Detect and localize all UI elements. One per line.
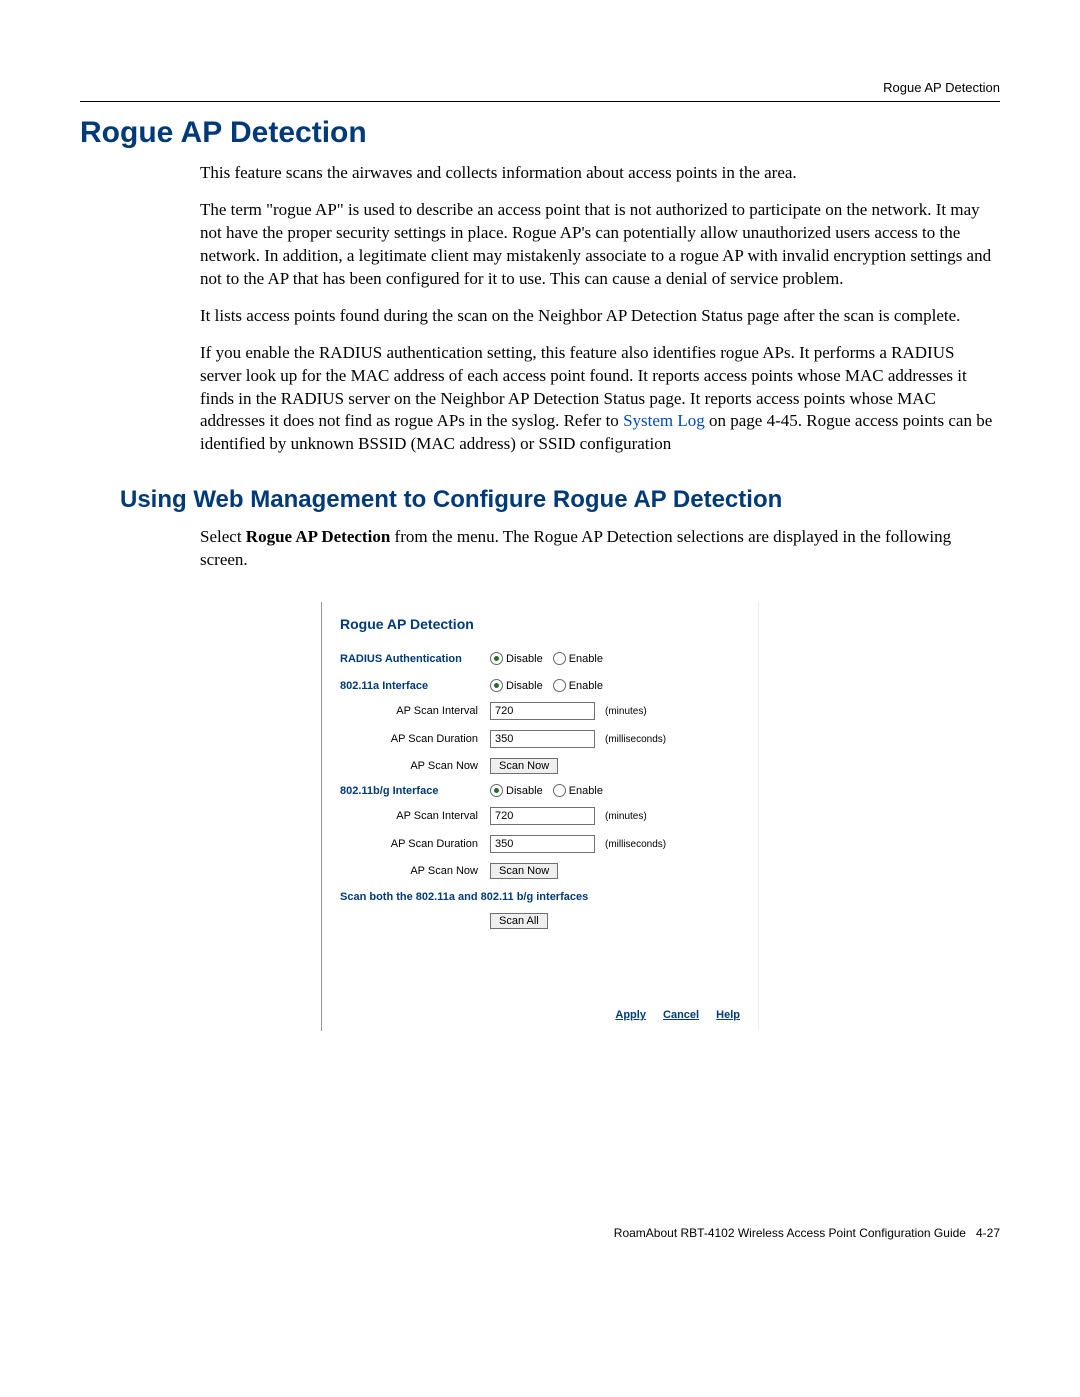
radio-icon xyxy=(490,784,503,797)
body-text-block: This feature scans the airwaves and coll… xyxy=(200,162,1000,456)
radio-label: Disable xyxy=(506,680,543,692)
help-link[interactable]: Help xyxy=(716,1009,740,1021)
iface-a-duration-input[interactable] xyxy=(490,730,595,748)
iface-bg-scan-now-button[interactable]: Scan Now xyxy=(490,863,558,879)
paragraph: If you enable the RADIUS authentication … xyxy=(200,342,1000,457)
iface-a-label: 802.11a Interface xyxy=(340,680,490,692)
page-header: Rogue AP Detection xyxy=(80,80,1000,102)
page-footer: RoamAbout RBT-4102 Wireless Access Point… xyxy=(614,1226,1000,1240)
iface-bg-enable-radio[interactable]: Enable xyxy=(553,784,603,797)
iface-bg-row: 802.11b/g Interface Disable Enable xyxy=(340,784,740,797)
unit-label: (milliseconds) xyxy=(605,734,666,745)
iface-a-duration-row: AP Scan Duration (milliseconds) xyxy=(340,730,740,748)
unit-label: (minutes) xyxy=(605,811,647,822)
radio-label: Disable xyxy=(506,653,543,665)
page-title: Rogue AP Detection xyxy=(80,116,1000,150)
radio-icon xyxy=(553,652,566,665)
paragraph: Select Rogue AP Detection from the menu.… xyxy=(200,526,1000,572)
iface-bg-disable-radio[interactable]: Disable xyxy=(490,784,543,797)
iface-a-interval-input[interactable] xyxy=(490,702,595,720)
radio-icon xyxy=(553,784,566,797)
radius-enable-radio[interactable]: Enable xyxy=(553,652,603,665)
config-screenshot: Rogue AP Detection RADIUS Authentication… xyxy=(321,602,759,1031)
section-heading: Using Web Management to Configure Rogue … xyxy=(120,486,1000,514)
document-page: Rogue AP Detection Rogue AP Detection Th… xyxy=(0,0,1080,1280)
action-bar: Apply Cancel Help xyxy=(340,1009,740,1021)
system-log-link[interactable]: System Log xyxy=(623,411,705,430)
iface-a-disable-radio[interactable]: Disable xyxy=(490,679,543,692)
radio-icon xyxy=(490,679,503,692)
scan-both-label: Scan both the 802.11a and 802.11 b/g int… xyxy=(340,891,740,903)
paragraph: The term "rogue AP" is used to describe … xyxy=(200,199,1000,291)
paragraph: It lists access points found during the … xyxy=(200,305,1000,328)
paragraph: This feature scans the airwaves and coll… xyxy=(200,162,1000,185)
cancel-link[interactable]: Cancel xyxy=(663,1009,699,1021)
scan-interval-label: AP Scan Interval xyxy=(340,810,490,822)
radio-label: Enable xyxy=(569,785,603,797)
iface-bg-interval-input[interactable] xyxy=(490,807,595,825)
iface-a-enable-radio[interactable]: Enable xyxy=(553,679,603,692)
footer-page-number: 4-27 xyxy=(976,1226,1000,1240)
iface-bg-label: 802.11b/g Interface xyxy=(340,785,490,797)
footer-text: RoamAbout RBT-4102 Wireless Access Point… xyxy=(614,1226,966,1240)
apply-link[interactable]: Apply xyxy=(615,1009,646,1021)
iface-a-scan-now-button[interactable]: Scan Now xyxy=(490,758,558,774)
scan-all-button[interactable]: Scan All xyxy=(490,913,548,929)
iface-bg-duration-input[interactable] xyxy=(490,835,595,853)
radio-label: Enable xyxy=(569,680,603,692)
unit-label: (milliseconds) xyxy=(605,839,666,850)
radio-icon xyxy=(553,679,566,692)
bold-text: Rogue AP Detection xyxy=(246,527,390,546)
iface-a-row: 802.11a Interface Disable Enable xyxy=(340,679,740,692)
scan-all-row: Scan All xyxy=(340,913,740,929)
iface-bg-interval-row: AP Scan Interval (minutes) xyxy=(340,807,740,825)
text-run: Select xyxy=(200,527,246,546)
radius-auth-label: RADIUS Authentication xyxy=(340,653,490,665)
radius-disable-radio[interactable]: Disable xyxy=(490,652,543,665)
scan-now-label: AP Scan Now xyxy=(340,865,490,877)
radius-auth-row: RADIUS Authentication Disable Enable xyxy=(340,652,740,665)
scan-duration-label: AP Scan Duration xyxy=(340,733,490,745)
unit-label: (minutes) xyxy=(605,706,647,717)
radio-icon xyxy=(490,652,503,665)
radio-label: Disable xyxy=(506,785,543,797)
scan-now-label: AP Scan Now xyxy=(340,760,490,772)
scan-interval-label: AP Scan Interval xyxy=(340,705,490,717)
iface-bg-scan-now-row: AP Scan Now Scan Now xyxy=(340,863,740,879)
body-text-block: Select Rogue AP Detection from the menu.… xyxy=(200,526,1000,572)
scan-duration-label: AP Scan Duration xyxy=(340,838,490,850)
iface-a-interval-row: AP Scan Interval (minutes) xyxy=(340,702,740,720)
iface-a-scan-now-row: AP Scan Now Scan Now xyxy=(340,758,740,774)
radio-label: Enable xyxy=(569,653,603,665)
header-section-label: Rogue AP Detection xyxy=(80,80,1000,101)
iface-bg-duration-row: AP Scan Duration (milliseconds) xyxy=(340,835,740,853)
panel-title: Rogue AP Detection xyxy=(340,616,740,632)
